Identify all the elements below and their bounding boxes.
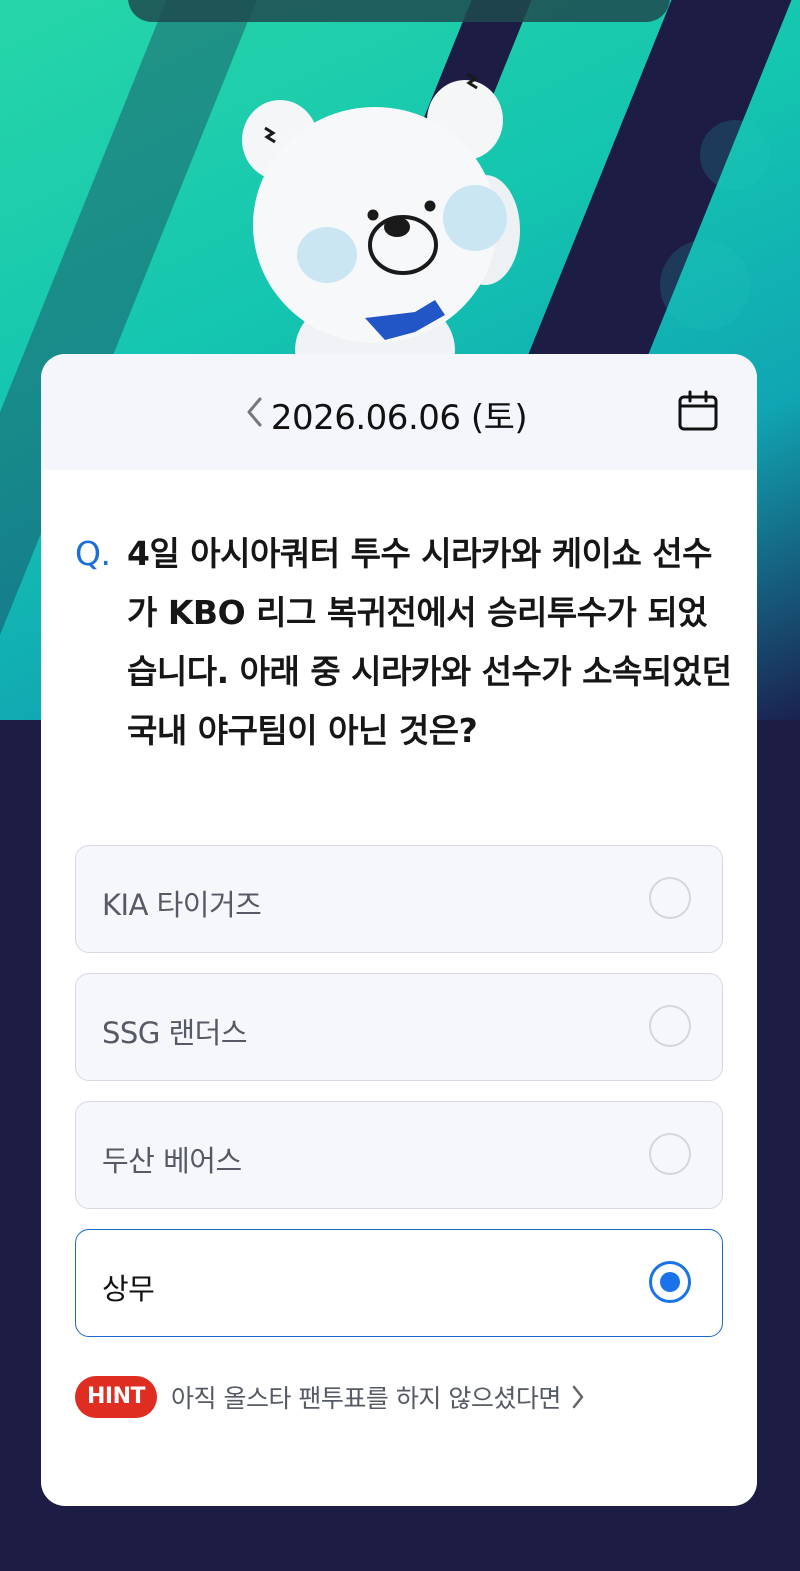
date-header: 2026.06.06 (토) (41, 354, 757, 470)
hint-text: 아직 올스타 팬투표를 하지 않으셨다면 (171, 1384, 561, 1413)
answer-option[interactable]: KIA 타이거즈 (75, 845, 723, 953)
hero-glow (700, 120, 770, 190)
answer-option-selected[interactable]: 상무 (75, 1229, 723, 1337)
answer-option-label: 두산 베어스 (102, 1144, 242, 1178)
answer-option[interactable]: SSG 랜더스 (75, 973, 723, 1081)
radio-button[interactable] (649, 1133, 691, 1175)
answer-option[interactable]: 두산 베어스 (75, 1101, 723, 1209)
answer-options: KIA 타이거즈 SSG 랜더스 두산 베어스 상무 (75, 845, 723, 1357)
radio-dot (660, 1272, 680, 1292)
question-text: 4일 아시아쿼터 투수 시라카와 케이쇼 선수가 KBO 리그 복귀전에서 승리… (127, 534, 732, 750)
question-prefix: Q. (75, 534, 111, 573)
radio-button[interactable] (649, 877, 691, 919)
hint-link[interactable]: HINT 아직 올스타 팬투표를 하지 않으셨다면 (75, 1376, 585, 1418)
quiz-card: 2026.06.06 (토) Q. 4일 아시아쿼터 투수 시라카와 케이쇼 선… (41, 354, 757, 1506)
answer-option-label: SSG 랜더스 (102, 1016, 248, 1050)
calendar-button[interactable] (677, 390, 719, 432)
calendar-icon (678, 390, 718, 431)
question: Q. 4일 아시아쿼터 투수 시라카와 케이쇼 선수가 KBO 리그 복귀전에서… (75, 524, 735, 760)
answer-option-label: KIA 타이거즈 (102, 888, 262, 922)
hero-glow (660, 240, 750, 330)
top-banner-bar (128, 0, 670, 22)
answer-option-label: 상무 (102, 1272, 155, 1306)
current-date: 2026.06.06 (토) (270, 398, 528, 438)
radio-button-checked[interactable] (649, 1261, 691, 1303)
bear-mascot-illustration (242, 72, 520, 360)
radio-button[interactable] (649, 1005, 691, 1047)
hint-badge: HINT (75, 1376, 158, 1418)
chevron-right-icon (572, 1385, 584, 1409)
